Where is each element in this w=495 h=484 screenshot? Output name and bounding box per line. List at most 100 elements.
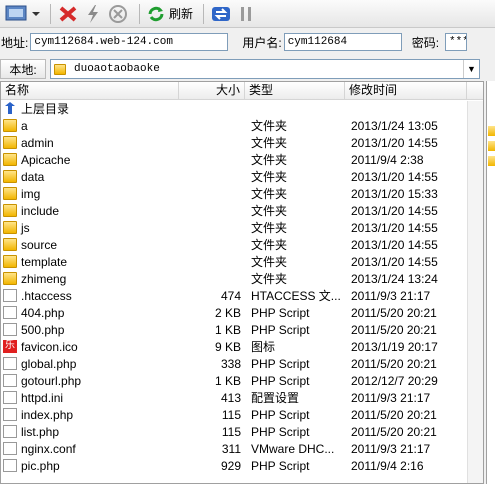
file-name-cell: list.php [1, 425, 179, 439]
parent-dir-row[interactable]: 上层目录 [1, 100, 483, 117]
local-file-list: 名称 大小 类型 修改时间 上层目录 a 文件夹 2013/1/24 13:05 ad… [0, 81, 484, 484]
file-type: 文件夹 [251, 136, 288, 150]
file-name-cell: 404.php [1, 306, 179, 320]
file-type: PHP Script [251, 407, 310, 422]
file-row[interactable]: index.php 115 PHP Script 2011/5/20 20:21 [1, 406, 483, 423]
password-input[interactable] [445, 33, 468, 51]
file-name: global.php [21, 356, 77, 371]
folder-icon [488, 126, 495, 136]
file-row[interactable]: 404.php 2 KB PHP Script 2011/5/20 20:21 [1, 304, 483, 321]
file-row[interactable]: .htaccess 474 HTACCESS 文... 2011/9/3 21:17 [1, 287, 483, 304]
file-name: 500.php [21, 322, 65, 337]
computer-icon[interactable] [4, 2, 40, 26]
file-row[interactable]: gotourl.php 1 KB PHP Script 2012/12/7 20:29 [1, 372, 483, 389]
column-name[interactable]: 名称 [1, 82, 179, 99]
file-name-cell: data [1, 170, 179, 184]
column-type[interactable]: 类型 [245, 82, 345, 99]
file-name: source [21, 237, 58, 252]
file-type: 配置设置 [251, 391, 300, 405]
file-date: 2013/1/20 14:55 [351, 135, 438, 150]
file-date: 2011/9/4 2:16 [351, 458, 424, 473]
password-label: 密码: [411, 35, 440, 50]
stop-icon[interactable] [107, 2, 129, 26]
column-size[interactable]: 大小 [179, 82, 245, 99]
file-type: VMware DHC... [251, 441, 335, 456]
favicon-icon: 乐 [3, 340, 17, 353]
file-row[interactable]: source 文件夹 2013/1/20 14:55 [1, 236, 483, 253]
file-row[interactable]: img 文件夹 2013/1/20 15:33 [1, 185, 483, 202]
file-row[interactable]: js 文件夹 2013/1/20 14:55 [1, 219, 483, 236]
file-row[interactable]: admin 文件夹 2013/1/20 14:55 [1, 134, 483, 151]
file-row[interactable]: global.php 338 PHP Script 2011/5/20 20:21 [1, 355, 483, 372]
file-name: template [21, 254, 68, 269]
pause-icon[interactable] [236, 2, 256, 26]
file-name: Apicache [21, 152, 71, 167]
folder-icon [54, 63, 66, 75]
file-type: 文件夹 [251, 221, 288, 235]
file-type: 文件夹 [251, 255, 288, 269]
file-name: admin [21, 135, 54, 150]
local-label: 本地: [0, 59, 46, 79]
file-row[interactable]: include 文件夹 2013/1/20 14:55 [1, 202, 483, 219]
file-row[interactable]: pic.php 929 PHP Script 2011/9/4 2:16 [1, 457, 483, 474]
file-icon [3, 357, 17, 370]
file-date: 2011/9/3 21:17 [351, 441, 431, 456]
disconnect-icon[interactable] [57, 2, 79, 26]
file-size: 115 [221, 407, 241, 422]
file-size: 1 KB [214, 322, 241, 337]
file-size: 9 KB [214, 339, 241, 354]
file-date: 2013/1/20 15:33 [351, 186, 438, 201]
vertical-scrollbar[interactable] [467, 101, 483, 483]
file-name-cell: img [1, 187, 179, 201]
file-type: PHP Script [251, 322, 310, 337]
file-row[interactable]: 500.php 1 KB PHP Script 2011/5/20 20:21 [1, 321, 483, 338]
column-date[interactable]: 修改时间 [345, 82, 467, 99]
folder-icon [488, 156, 495, 166]
chevron-down-icon[interactable]: ▼ [463, 60, 479, 78]
file-icon [3, 374, 17, 387]
file-size: 338 [220, 356, 241, 371]
file-date: 2011/5/20 20:21 [351, 322, 437, 337]
file-row[interactable]: Apicache 文件夹 2011/9/4 2:38 [1, 151, 483, 168]
toolbar: 刷新 [0, 0, 495, 28]
remote-pane-edge [486, 81, 495, 484]
file-type: 文件夹 [251, 204, 288, 218]
file-name-cell: httpd.ini [1, 391, 179, 405]
file-type: 文件夹 [251, 153, 288, 167]
file-name-cell: .htaccess [1, 289, 179, 303]
file-size: 311 [221, 441, 241, 456]
address-bar: 地址: 用户名: 密码: [0, 28, 495, 56]
file-icon [3, 306, 17, 319]
file-row[interactable]: httpd.ini 413 配置设置 2011/9/3 21:17 [1, 389, 483, 406]
file-name-cell: Apicache [1, 153, 179, 167]
file-name-cell: gotourl.php [1, 374, 179, 388]
file-row[interactable]: nginx.conf 311 VMware DHC... 2011/9/3 21:17 [1, 440, 483, 457]
file-row[interactable]: zhimeng 文件夹 2013/1/24 13:24 [1, 270, 483, 287]
file-size: 929 [220, 458, 241, 473]
lightning-icon[interactable] [83, 2, 103, 26]
file-date: 2013/1/20 14:55 [351, 237, 438, 252]
file-size: 474 [220, 288, 241, 303]
username-input[interactable] [283, 33, 402, 51]
refresh-button[interactable]: 刷新 [146, 2, 193, 26]
username-label: 用户名: [242, 35, 282, 50]
file-row[interactable]: a 文件夹 2013/1/24 13:05 [1, 117, 483, 134]
file-row[interactable]: template 文件夹 2013/1/20 14:55 [1, 253, 483, 270]
file-icon [3, 391, 17, 404]
transfer-icon[interactable] [210, 2, 232, 26]
file-date: 2011/5/20 20:21 [351, 356, 437, 371]
file-list-header: 名称 大小 类型 修改时间 [1, 82, 483, 100]
file-size: 1 KB [214, 373, 241, 388]
file-size: 2 KB [214, 305, 241, 320]
file-type: 文件夹 [251, 238, 288, 252]
folder-icon [3, 170, 17, 183]
host-input[interactable] [30, 33, 229, 51]
file-row[interactable]: data 文件夹 2013/1/20 14:55 [1, 168, 483, 185]
local-path-select[interactable]: duoaotaobaoke ▼ [50, 59, 480, 79]
file-row[interactable]: list.php 115 PHP Script 2011/5/20 20:21 [1, 423, 483, 440]
file-row[interactable]: 乐 favicon.ico 9 KB 图标 2013/1/19 20:17 [1, 338, 483, 355]
folder-icon [488, 141, 495, 151]
file-icon [3, 323, 17, 336]
file-size: 413 [220, 390, 241, 405]
file-name: nginx.conf [21, 441, 76, 456]
